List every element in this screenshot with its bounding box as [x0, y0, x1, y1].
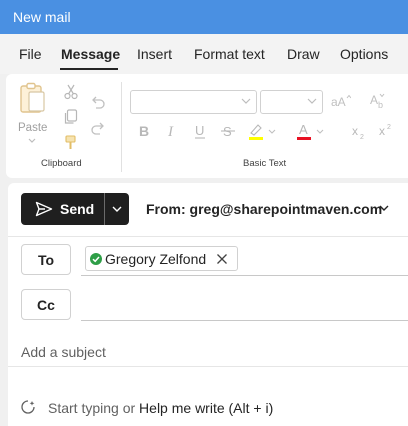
subscript-icon[interactable]: x 2 [352, 124, 366, 140]
shrink-font-icon[interactable]: A b [370, 92, 388, 110]
svg-text:I: I [167, 124, 174, 139]
chevron-down-icon [241, 98, 251, 104]
help-me-write-link[interactable]: Help me write (Alt + i) [139, 400, 273, 416]
ribbon-toolbar: Paste Clipboard aA A b B I U S A x 2 x 2… [6, 74, 408, 178]
svg-text:b: b [378, 100, 383, 110]
copilot-icon[interactable] [20, 399, 36, 415]
chevron-down-icon[interactable] [379, 205, 389, 212]
window-title: New mail [13, 9, 71, 25]
font-color-chevron-down-icon[interactable] [316, 129, 324, 135]
send-button[interactable]: Send [21, 193, 129, 225]
format-painter-icon[interactable] [64, 135, 78, 151]
copy-icon[interactable] [64, 109, 78, 125]
tab-insert[interactable]: Insert [137, 46, 172, 62]
tab-draw[interactable]: Draw [287, 46, 320, 62]
font-size-dropdown[interactable] [260, 90, 323, 114]
svg-text:x: x [379, 124, 385, 138]
highlight-icon[interactable] [248, 122, 264, 140]
to-button[interactable]: To [21, 244, 71, 275]
highlight-chevron-down-icon[interactable] [268, 129, 276, 135]
paste-icon[interactable] [19, 82, 47, 114]
send-label: Send [60, 201, 95, 217]
svg-text:A: A [370, 93, 378, 107]
clipboard-group-label: Clipboard [41, 158, 82, 169]
svg-text:x: x [352, 124, 358, 138]
paste-label: Paste [18, 122, 48, 134]
tab-format-text[interactable]: Format text [194, 46, 265, 62]
active-tab-indicator [60, 68, 118, 70]
recipient-name: Gregory Zelfond [105, 251, 207, 267]
message-body[interactable]: Start typing or Help me write (Alt + i) [48, 400, 273, 416]
font-color-icon[interactable]: A [296, 122, 312, 140]
undo-icon[interactable] [90, 95, 106, 109]
svg-text:aA: aA [331, 95, 346, 108]
body-hint-prefix: Start typing or [48, 400, 140, 416]
tab-file[interactable]: File [19, 46, 42, 62]
superscript-icon[interactable]: x 2 [379, 122, 393, 138]
cc-input[interactable] [81, 320, 408, 321]
strikethrough-icon[interactable]: S [221, 123, 235, 139]
tab-message[interactable]: Message [61, 46, 120, 62]
underline-icon[interactable]: U [193, 123, 207, 139]
title-bar: New mail [0, 0, 408, 34]
send-icon [35, 201, 53, 217]
send-options-button[interactable] [105, 193, 129, 225]
to-field-underline [81, 275, 408, 276]
header-separator [8, 236, 408, 237]
subject-separator [8, 366, 408, 367]
from-account-selector[interactable]: From: greg@sharepointmaven.com [146, 201, 382, 217]
paste-chevron-down-icon[interactable] [28, 138, 36, 144]
presence-available-icon [90, 253, 102, 265]
redo-icon[interactable] [90, 121, 106, 135]
compose-pane: Send From: greg@sharepointmaven.com To G… [8, 183, 408, 426]
svg-text:2: 2 [387, 124, 391, 131]
svg-text:A: A [299, 122, 308, 137]
chevron-down-icon [112, 206, 122, 212]
cc-label: Cc [37, 297, 55, 313]
font-name-dropdown[interactable] [130, 90, 257, 114]
subject-input[interactable]: Add a subject [21, 344, 106, 360]
basic-text-group-label: Basic Text [243, 158, 287, 169]
ribbon-divider [121, 82, 122, 172]
italic-icon[interactable]: I [165, 123, 179, 139]
cut-icon[interactable] [64, 84, 78, 100]
to-label: To [37, 252, 55, 268]
svg-text:2: 2 [360, 134, 364, 140]
svg-text:U: U [195, 123, 204, 138]
bold-icon[interactable]: B [137, 123, 151, 139]
ribbon-tabs: File Message Insert Format text Draw Opt… [0, 34, 408, 74]
grow-font-icon[interactable]: aA [331, 94, 351, 108]
svg-text:B: B [139, 123, 149, 139]
recipient-chip[interactable]: Gregory Zelfond [85, 246, 238, 271]
tab-options[interactable]: Options [340, 46, 388, 62]
close-icon[interactable] [216, 253, 228, 265]
cc-button[interactable]: Cc [21, 289, 71, 320]
chevron-down-icon [307, 98, 317, 104]
